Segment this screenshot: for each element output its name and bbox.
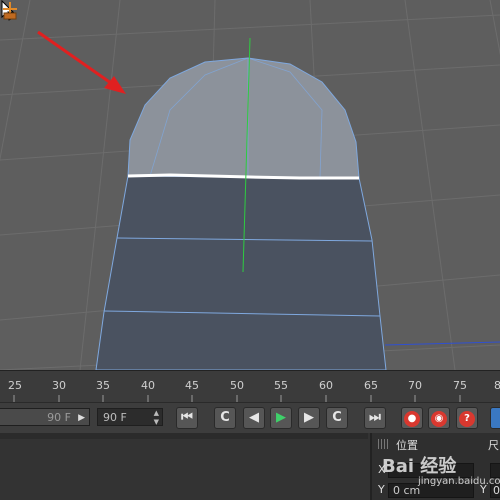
tick-label: 70: [408, 379, 422, 392]
position-title: 位置: [396, 439, 418, 452]
tick-label: 60: [319, 379, 333, 392]
extra-blue-button[interactable]: [490, 407, 500, 429]
next-frame-icon: ▶: [304, 410, 314, 425]
3d-viewport[interactable]: [0, 0, 500, 370]
tick-label: 35: [96, 379, 110, 392]
size-title: 尺: [488, 439, 499, 452]
min-frame-field[interactable]: 90 F ▶: [0, 408, 90, 426]
tick-label: 65: [364, 379, 378, 392]
next-key-button[interactable]: C: [326, 407, 348, 429]
record-button[interactable]: ●: [401, 407, 423, 429]
cylinder-body[interactable]: [95, 175, 387, 370]
baidu-watermark-url: jingyan.baidu.com: [418, 476, 500, 487]
min-frame-value: 90 F: [47, 411, 71, 424]
grip-icon[interactable]: [378, 439, 390, 449]
autokey-button[interactable]: ◉: [428, 407, 450, 429]
go-to-start-icon: ⏮: [181, 410, 193, 425]
next-key-icon: C: [332, 410, 342, 425]
caret-right-icon: ▶: [78, 413, 85, 423]
timeline-ruler[interactable]: 25 30 35 40 45 50 55 60 65 70 75 8: [0, 370, 500, 403]
max-frame-field[interactable]: 90 F ▲ ▼: [97, 408, 163, 426]
baidu-watermark: Bai 经验: [382, 456, 457, 477]
go-to-end-icon: ⏭: [369, 410, 381, 425]
tick-label: 40: [141, 379, 155, 392]
max-frame-value: 90 F: [103, 411, 127, 424]
spin-arrows-icon: ▲ ▼: [153, 409, 159, 426]
tick-label: 75: [453, 379, 467, 392]
viewport-scene: [0, 0, 500, 370]
prev-key-icon: C: [220, 410, 230, 425]
play-icon: ▶: [276, 410, 286, 425]
move-axis-handle-icon[interactable]: [0, 0, 20, 22]
play-button[interactable]: ▶: [270, 407, 292, 429]
prev-key-button[interactable]: C: [214, 407, 236, 429]
autokey-icon: ◉: [431, 411, 447, 427]
go-to-start-button[interactable]: ⏮: [176, 407, 198, 429]
transport-bar: 90 F ▶ 90 F ▲ ▼ ⏮ C ◀ ▶ ▶ C ⏭ ● ◉ ?: [0, 402, 500, 434]
object-manager-header: [0, 433, 368, 439]
help-button[interactable]: ?: [456, 407, 478, 429]
help-icon: ?: [459, 411, 475, 427]
prev-frame-button[interactable]: ◀: [243, 407, 265, 429]
tick-label: 50: [230, 379, 244, 392]
tick-label: 55: [274, 379, 288, 392]
prev-frame-icon: ◀: [249, 410, 259, 425]
go-to-end-button[interactable]: ⏭: [364, 407, 386, 429]
tick-label: 45: [185, 379, 199, 392]
coordinates-header: 位置 尺: [372, 435, 500, 453]
world-axis-line: [384, 341, 500, 346]
tick-label: 8: [494, 379, 500, 392]
y-label: Y: [378, 483, 385, 496]
tick-label: 30: [52, 379, 66, 392]
record-icon: ●: [404, 411, 420, 427]
tick-label: 25: [8, 379, 22, 392]
next-frame-button[interactable]: ▶: [298, 407, 320, 429]
